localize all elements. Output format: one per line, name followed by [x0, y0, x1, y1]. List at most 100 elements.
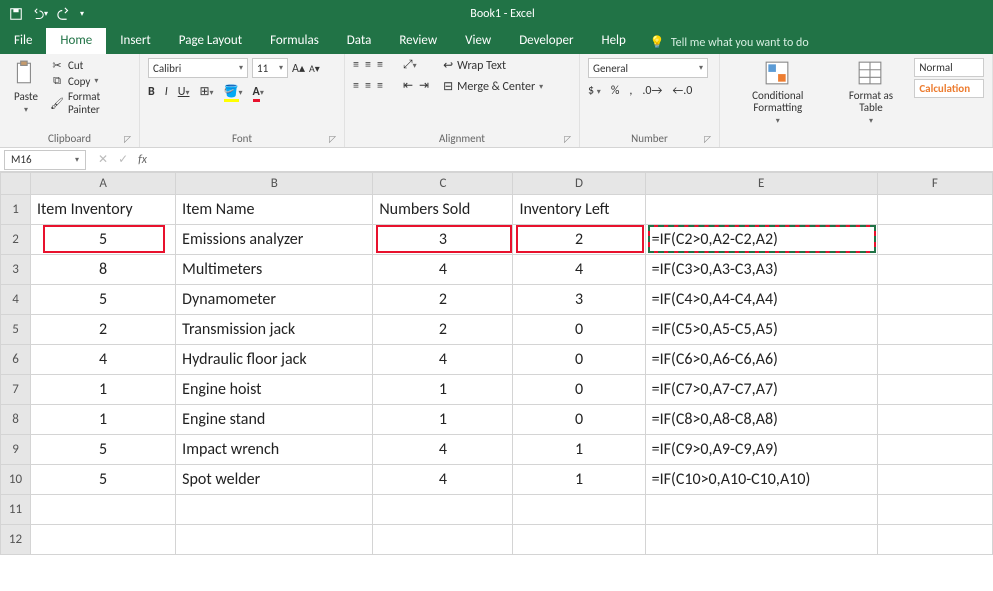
cell[interactable]: 4 — [373, 465, 513, 495]
cell[interactable]: 1 — [513, 465, 645, 495]
cell[interactable]: 4 — [373, 255, 513, 285]
cell[interactable] — [877, 375, 992, 405]
font-name-select[interactable]: Calibri▾ — [148, 58, 248, 78]
align-right-icon[interactable]: ≡ — [377, 79, 383, 93]
cell[interactable]: Spot welder — [176, 465, 373, 495]
cell[interactable] — [31, 525, 176, 555]
row-header[interactable]: 1 — [1, 195, 31, 225]
align-center-icon[interactable]: ≡ — [365, 79, 371, 93]
tell-me[interactable]: 💡 Tell me what you want to do — [640, 31, 819, 54]
border-button[interactable]: ⊞▾ — [199, 84, 213, 99]
cell-style-calculation[interactable]: Calculation — [914, 79, 984, 98]
increase-font-icon[interactable]: A▴ — [292, 61, 305, 76]
cell[interactable]: Hydraulic floor jack — [176, 345, 373, 375]
tab-developer[interactable]: Developer — [505, 28, 587, 54]
cell[interactable] — [877, 345, 992, 375]
cell[interactable]: Inventory Left — [513, 195, 645, 225]
cell[interactable]: 5 — [31, 285, 176, 315]
cell[interactable] — [877, 435, 992, 465]
cell[interactable]: 3 — [513, 285, 645, 315]
cell[interactable] — [513, 525, 645, 555]
cell[interactable]: Multimeters — [176, 255, 373, 285]
row-header[interactable]: 8 — [1, 405, 31, 435]
cell[interactable] — [176, 525, 373, 555]
row-header[interactable]: 6 — [1, 345, 31, 375]
tab-file[interactable]: File — [0, 28, 46, 54]
cell[interactable] — [645, 195, 877, 225]
cell[interactable]: 4 — [373, 345, 513, 375]
cell[interactable]: 2 — [513, 225, 645, 255]
qat-customize-icon[interactable]: ▾ — [80, 9, 84, 19]
align-middle-icon[interactable]: ≡ — [365, 58, 371, 72]
percent-button[interactable]: % — [611, 84, 620, 98]
name-box[interactable]: M16▾ — [4, 150, 86, 170]
tab-view[interactable]: View — [451, 28, 505, 54]
cell[interactable]: 1 — [373, 405, 513, 435]
cell[interactable] — [513, 495, 645, 525]
col-header-f[interactable]: F — [877, 173, 992, 195]
comma-button[interactable]: , — [629, 84, 632, 98]
enter-icon[interactable]: ✓ — [118, 152, 128, 167]
tab-page-layout[interactable]: Page Layout — [165, 28, 256, 54]
cell[interactable] — [877, 255, 992, 285]
fx-icon[interactable]: fx — [138, 153, 147, 167]
cell[interactable]: =IF(C7>0,A7-C7,A7) — [645, 375, 877, 405]
cell[interactable] — [877, 225, 992, 255]
cell[interactable]: 8 — [31, 255, 176, 285]
cell[interactable]: 0 — [513, 315, 645, 345]
cell[interactable]: Engine stand — [176, 405, 373, 435]
number-format-select[interactable]: General▾ — [588, 58, 708, 78]
cell[interactable]: 2 — [373, 285, 513, 315]
cell[interactable] — [176, 495, 373, 525]
save-icon[interactable] — [8, 6, 24, 22]
cell[interactable]: 1 — [31, 405, 176, 435]
cell[interactable] — [877, 285, 992, 315]
cell[interactable]: 5 — [31, 225, 176, 255]
decrease-decimal-icon[interactable]: ←.0 — [672, 84, 692, 98]
dialog-launcher-icon[interactable]: ◸ — [124, 134, 131, 145]
cell[interactable]: =IF(C4>0,A4-C4,A4) — [645, 285, 877, 315]
select-all-corner[interactable] — [1, 173, 31, 195]
cell[interactable] — [645, 525, 877, 555]
spreadsheet-grid[interactable]: A B C D E F 1Item InventoryItem NameNumb… — [0, 172, 993, 555]
underline-button[interactable]: U▾ — [178, 85, 190, 99]
cell[interactable]: 0 — [513, 375, 645, 405]
format-as-table-button[interactable]: Format as Table▾ — [836, 58, 907, 128]
cell[interactable]: 0 — [513, 405, 645, 435]
formula-input[interactable] — [155, 150, 993, 170]
cell[interactable]: 2 — [31, 315, 176, 345]
tab-help[interactable]: Help — [587, 28, 639, 54]
cell[interactable] — [877, 405, 992, 435]
conditional-formatting-button[interactable]: Conditional Formatting▾ — [728, 58, 828, 128]
font-size-select[interactable]: 11▾ — [252, 58, 288, 78]
tab-home[interactable]: Home — [46, 28, 106, 54]
cell-style-normal[interactable]: Normal — [914, 58, 984, 77]
cell[interactable]: Transmission jack — [176, 315, 373, 345]
format-painter-button[interactable]: 🖌Format Painter — [50, 90, 131, 116]
row-header[interactable]: 12 — [1, 525, 31, 555]
paste-button[interactable]: Paste ▾ — [8, 58, 44, 117]
cell[interactable]: 2 — [373, 315, 513, 345]
cell[interactable]: =IF(C8>0,A8-C8,A8) — [645, 405, 877, 435]
row-header[interactable]: 7 — [1, 375, 31, 405]
cell[interactable]: Item Name — [176, 195, 373, 225]
cell[interactable]: 4 — [31, 345, 176, 375]
cell[interactable] — [31, 495, 176, 525]
currency-button[interactable]: $ ▾ — [588, 84, 601, 98]
col-header-e[interactable]: E — [645, 173, 877, 195]
merge-center-button[interactable]: ⊟ Merge & Center ▾ — [443, 79, 543, 94]
row-header[interactable]: 9 — [1, 435, 31, 465]
cell[interactable]: Impact wrench — [176, 435, 373, 465]
row-header[interactable]: 11 — [1, 495, 31, 525]
row-header[interactable]: 5 — [1, 315, 31, 345]
dialog-launcher-icon[interactable]: ◸ — [564, 134, 571, 145]
bold-button[interactable]: B — [148, 85, 155, 99]
cell[interactable] — [877, 465, 992, 495]
undo-icon[interactable]: ▾ — [32, 6, 48, 22]
cell[interactable]: Engine hoist — [176, 375, 373, 405]
row-header[interactable]: 10 — [1, 465, 31, 495]
tab-review[interactable]: Review — [385, 28, 451, 54]
cell[interactable]: 5 — [31, 465, 176, 495]
increase-decimal-icon[interactable]: .0→ — [642, 84, 662, 98]
cell[interactable]: 1 — [31, 375, 176, 405]
